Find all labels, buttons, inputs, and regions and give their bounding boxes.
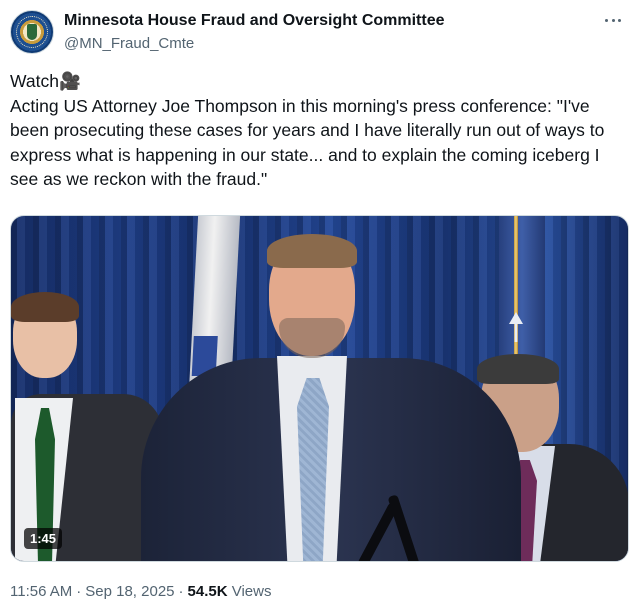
video-player[interactable]: 1:45 <box>10 215 629 562</box>
speaker <box>141 234 521 561</box>
committee-seal-icon[interactable] <box>10 10 54 54</box>
more-dot <box>618 18 621 22</box>
views-count: 54.5K <box>187 583 228 600</box>
tweet-text: Watch🎥 Acting US Attorney Joe Thompson i… <box>10 71 605 189</box>
hair <box>267 234 357 268</box>
tweet-time[interactable]: 11:56 AM <box>10 583 72 600</box>
tweet-date[interactable]: Sep 18, 2025 <box>85 583 174 600</box>
hair <box>11 292 79 322</box>
meta-separator: · <box>76 583 82 600</box>
seal-emblem <box>27 24 37 40</box>
views-label: Views <box>231 583 272 600</box>
more-dot <box>605 18 608 22</box>
author-display-name[interactable]: Minnesota House Fraud and Oversight Comm… <box>64 11 445 31</box>
beard <box>279 318 345 358</box>
more-dot <box>611 18 615 22</box>
author-handle[interactable]: @MN_Fraud_Cmte <box>64 34 445 54</box>
meta-separator: · <box>178 583 184 600</box>
author-names: Minnesota House Fraud and Oversight Comm… <box>64 11 445 54</box>
tweet-header: Minnesota House Fraud and Oversight Comm… <box>10 8 630 60</box>
tweet-meta: 11:56 AM · Sep 18, 2025 · 54.5K Views <box>10 582 271 602</box>
more-horizontal-icon[interactable] <box>602 10 624 30</box>
video-duration-badge: 1:45 <box>24 528 63 549</box>
